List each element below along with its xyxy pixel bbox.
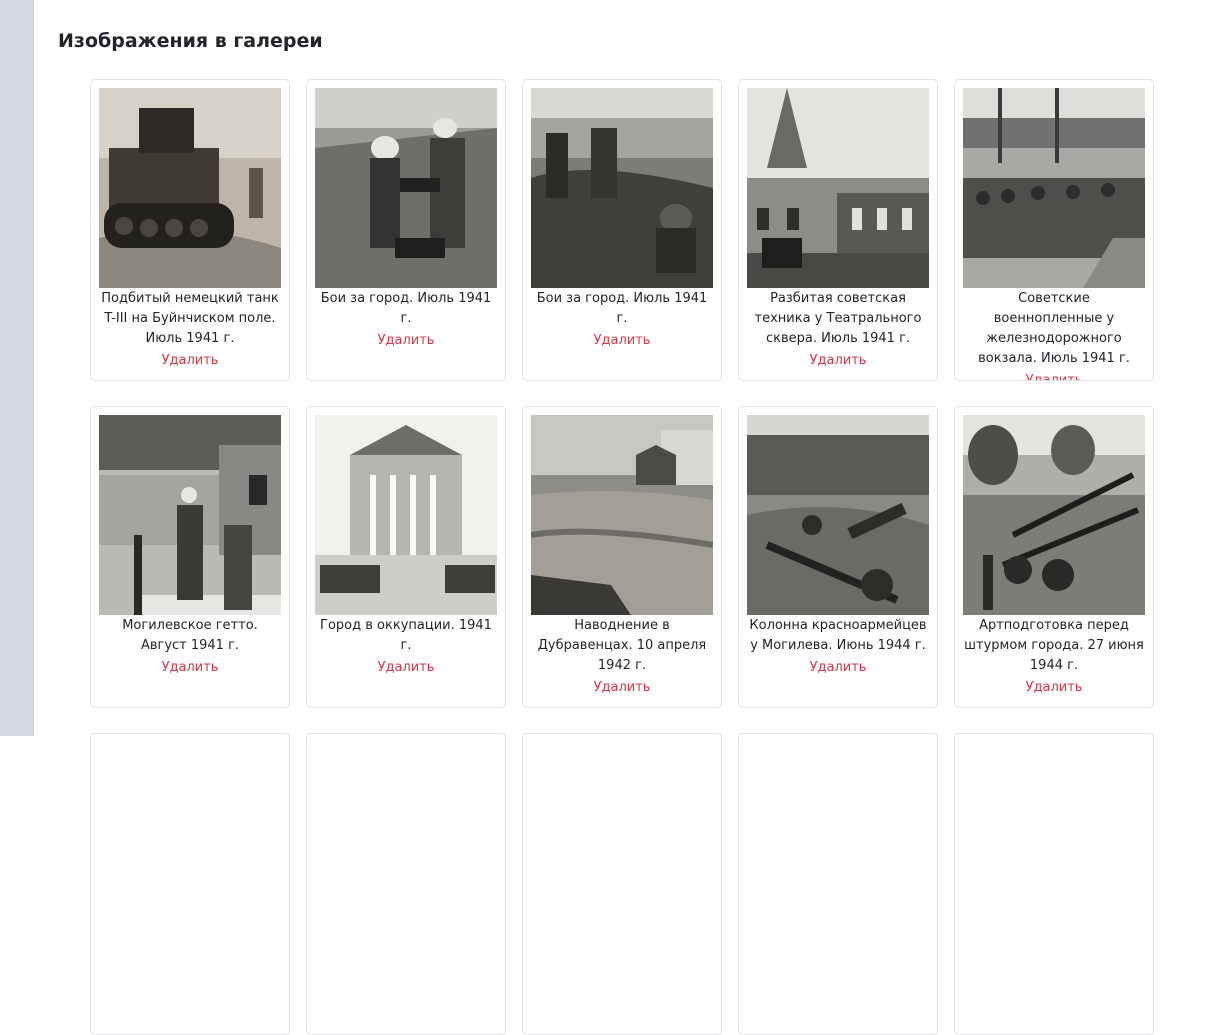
gallery-photo[interactable] (315, 88, 497, 288)
gallery-card: Бои за город. Июль 1941 г. Удалить (522, 79, 722, 381)
delete-link[interactable]: Удалить (162, 658, 219, 678)
gallery-photo[interactable] (99, 415, 281, 615)
photo-caption: Подбитый немецкий танк T-III на Буйнчиск… (101, 291, 279, 346)
gallery-photo[interactable] (531, 415, 713, 615)
gallery-photo[interactable] (315, 415, 497, 615)
photo-caption: Колонна красноармейцев у Могилева. Июнь … (749, 618, 927, 653)
gallery-photo[interactable] (963, 415, 1145, 615)
gallery-card (306, 733, 506, 1035)
gallery-photo[interactable] (99, 88, 281, 288)
gallery-grid: Подбитый немецкий танк T-III на Буйнчиск… (90, 79, 1170, 1035)
gallery-card (738, 733, 938, 1035)
delete-link[interactable]: Удалить (810, 351, 867, 371)
gallery-photo[interactable] (963, 88, 1145, 288)
delete-link[interactable]: Удалить (378, 658, 435, 678)
delete-link[interactable]: Удалить (594, 331, 651, 351)
gallery-card: Могилевское гетто. Август 1941 г. Удалит… (90, 406, 290, 708)
photo-caption: Могилевское гетто. Август 1941 г. (122, 618, 258, 653)
photo-caption: Бои за город. Июль 1941 г. (320, 291, 492, 326)
page-title: Изображения в галереи (58, 30, 323, 52)
photo-caption: Артподготовка перед штурмом города. 27 и… (964, 618, 1144, 673)
photo-caption: Бои за город. Июль 1941 г. (536, 291, 708, 326)
delete-link[interactable]: Удалить (1026, 678, 1083, 698)
gallery-card (954, 733, 1154, 1035)
gallery-photo[interactable] (747, 88, 929, 288)
photo-caption: Советские военнопленные у железнодорожно… (978, 291, 1130, 366)
gallery-card (522, 733, 722, 1035)
sidebar-strip (0, 0, 34, 736)
delete-link[interactable]: Удалить (378, 331, 435, 351)
gallery-card: Бои за город. Июль 1941 г. Удалить (306, 79, 506, 381)
gallery-photo[interactable] (531, 88, 713, 288)
gallery-card: Артподготовка перед штурмом города. 27 и… (954, 406, 1154, 708)
gallery-card: Разбитая советская техника у Театральног… (738, 79, 938, 381)
gallery-card: Наводнение в Дубравенцах. 10 апреля 1942… (522, 406, 722, 708)
gallery-card: Подбитый немецкий танк T-III на Буйнчиск… (90, 79, 290, 381)
delete-link[interactable]: Удалить (162, 351, 219, 371)
gallery-card (90, 733, 290, 1035)
delete-link[interactable]: Удалить (594, 678, 651, 698)
gallery-card: Советские военнопленные у железнодорожно… (954, 79, 1154, 381)
gallery-card: Город в оккупации. 1941 г. Удалить (306, 406, 506, 708)
photo-caption: Разбитая советская техника у Театральног… (754, 291, 922, 346)
gallery-card: Колонна красноармейцев у Могилева. Июнь … (738, 406, 938, 708)
gallery-photo[interactable] (747, 415, 929, 615)
photo-caption: Город в оккупации. 1941 г. (320, 618, 492, 653)
delete-link[interactable]: Удалить (1026, 371, 1083, 380)
photo-caption: Наводнение в Дубравенцах. 10 апреля 1942… (537, 618, 707, 673)
delete-link[interactable]: Удалить (810, 658, 867, 678)
